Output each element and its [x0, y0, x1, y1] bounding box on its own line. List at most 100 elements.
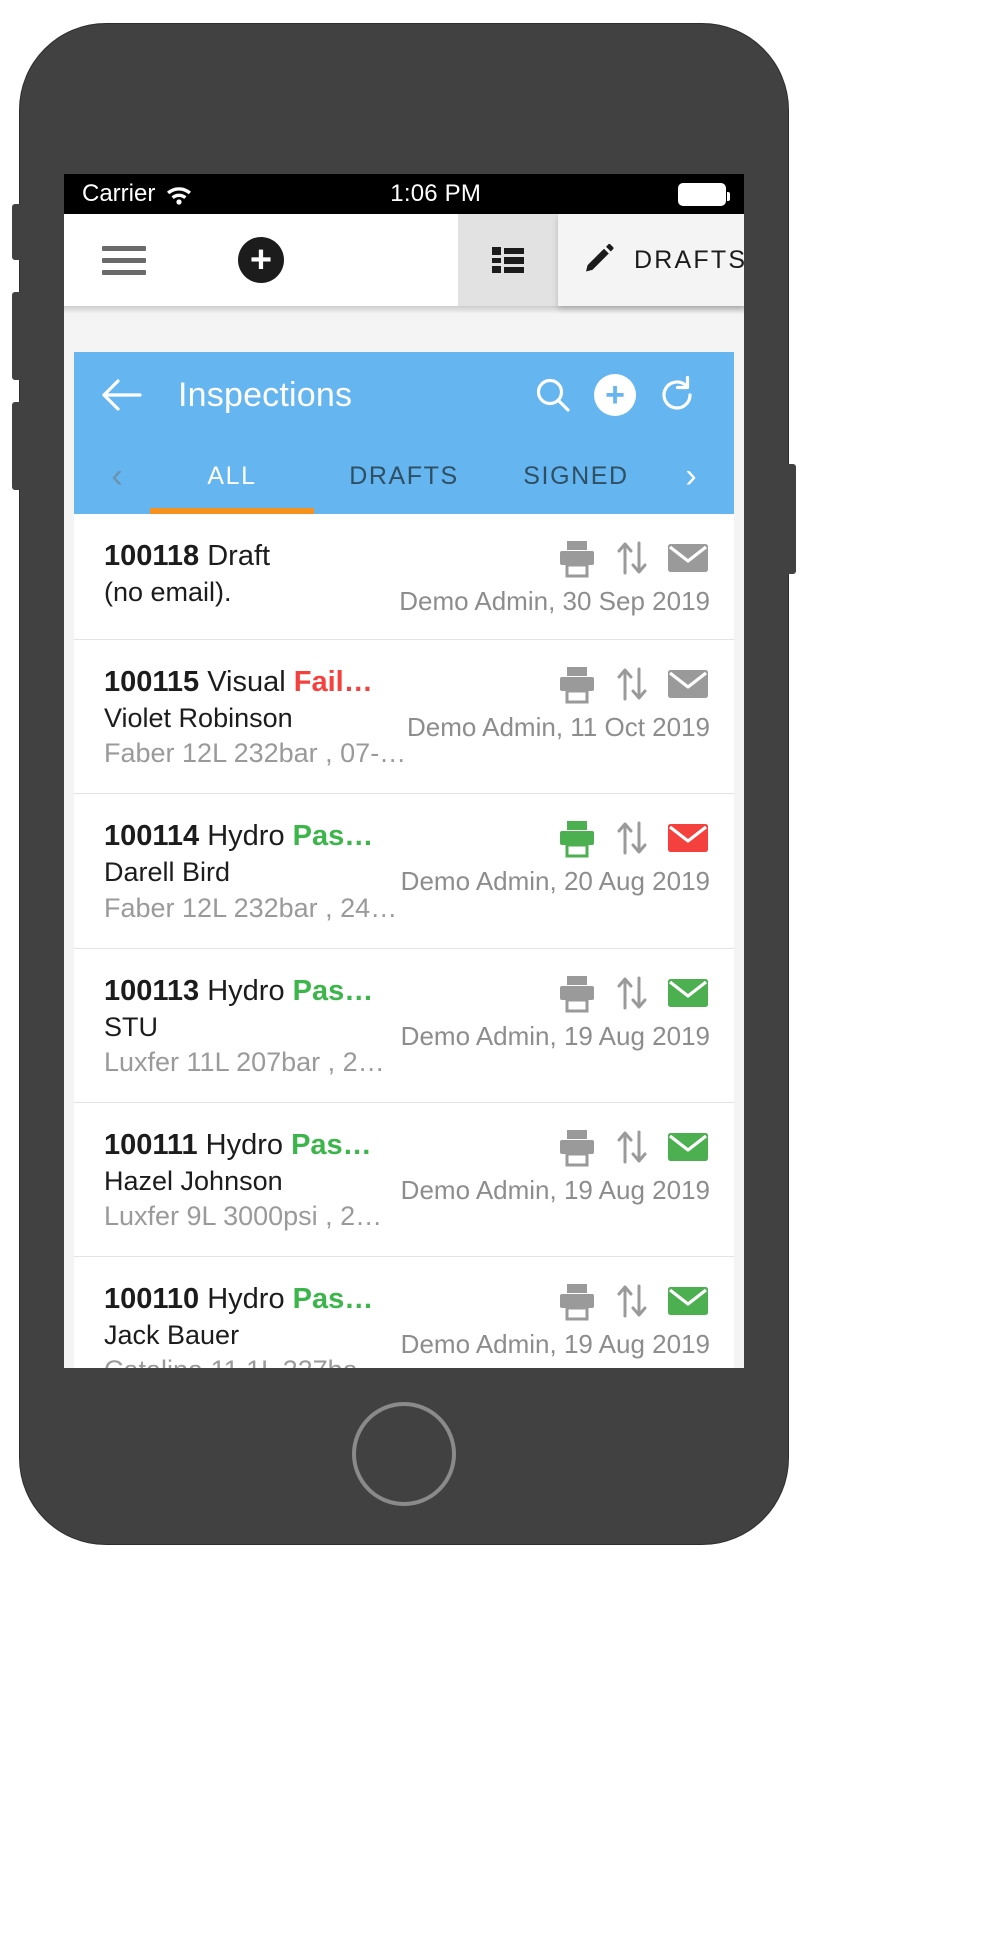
toolbar-shadow	[64, 306, 744, 314]
print-icon[interactable]	[556, 537, 598, 579]
sync-icon[interactable]	[616, 972, 648, 1014]
row-right: Demo Admin, 19 Aug 2019	[400, 1123, 710, 1234]
row-right: Demo Admin, 11 Oct 2019	[400, 660, 710, 771]
row-actions	[556, 1277, 710, 1325]
plus-circle-icon: +	[594, 374, 636, 416]
page-title: Inspections	[178, 375, 353, 414]
row-meta: Demo Admin, 19 Aug 2019	[400, 1329, 710, 1360]
table-row[interactable]: 100114 Hydro Pas… Darell Bird Faber 12L …	[74, 794, 734, 949]
tab-drafts[interactable]: DRAFTS	[558, 214, 744, 306]
row-id: 100110	[104, 1283, 200, 1316]
mail-icon[interactable]	[666, 1280, 710, 1322]
phone-frame: Carrier 1:06 PM + DRAFTS Inspections + ‹…	[12, 24, 796, 1544]
carrier-label: Carrier	[82, 180, 156, 207]
toolbar-left-section: +	[64, 214, 458, 306]
inspections-list: 100118 Draft (no email). Demo Admin, 30 …	[74, 514, 734, 1368]
search-icon[interactable]	[522, 375, 584, 415]
table-row[interactable]: 100115 Visual Fail… Violet Robinson Fabe…	[74, 640, 734, 795]
print-icon[interactable]	[556, 663, 598, 705]
plus-circle-icon[interactable]: +	[238, 237, 284, 283]
table-row[interactable]: 100118 Draft (no email). Demo Admin, 30 …	[74, 514, 734, 640]
status-bar: Carrier 1:06 PM	[64, 174, 744, 214]
table-row[interactable]: 100110 Hydro Pas… Jack Bauer Catalina 11…	[74, 1257, 734, 1368]
sync-icon[interactable]	[616, 1280, 648, 1322]
row-subtitle: Darell Bird	[104, 857, 231, 888]
row-right: Demo Admin, 19 Aug 2019	[400, 1277, 710, 1368]
row-title: 100114 Hydro Pas…	[104, 818, 400, 855]
list-grid-icon	[488, 240, 528, 280]
row-id: 100111	[104, 1128, 198, 1161]
row-status: Fail…	[293, 666, 373, 698]
add-inspection-button[interactable]: +	[584, 374, 646, 416]
chevron-right-icon[interactable]: ›	[662, 438, 720, 514]
table-row[interactable]: 100113 Hydro Pas… STU Luxfer 11L 207bar …	[74, 949, 734, 1103]
table-row[interactable]: 100111 Hydro Pas… Hazel Johnson Luxfer 9…	[74, 1103, 734, 1258]
tab-signed[interactable]: SIGNED	[490, 438, 662, 514]
status-bar-left: Carrier	[82, 180, 193, 208]
status-bar-right	[678, 182, 730, 206]
row-subtitle: Hazel Johnson	[104, 1166, 283, 1196]
row-meta: Demo Admin, 30 Sep 2019	[399, 586, 710, 616]
inspections-card: Inspections + ‹ ALL DRAFTS SIGNED › 1001…	[74, 352, 734, 1368]
tabs-row: ‹ ALL DRAFTS SIGNED ›	[74, 438, 734, 514]
row-status: Pas…	[292, 974, 374, 1007]
battery-full-icon	[678, 182, 730, 206]
mail-icon[interactable]	[666, 817, 710, 859]
tab-drafts-label: DRAFTS	[634, 245, 744, 274]
row-status: Pas…	[292, 820, 374, 853]
refresh-icon[interactable]	[646, 375, 708, 415]
sync-icon[interactable]	[616, 1126, 648, 1168]
row-type: Hydro	[207, 1283, 285, 1316]
volume-down-button[interactable]	[12, 402, 22, 490]
row-main: 100110 Hydro Pas… Jack Bauer Catalina 11…	[104, 1277, 400, 1368]
row-actions	[556, 1123, 710, 1171]
row-type: Visual	[207, 666, 286, 698]
app-toolbar: + DRAFTS	[64, 214, 744, 314]
row-title: 100111 Hydro Pas…	[104, 1127, 400, 1164]
row-meta: Demo Admin, 19 Aug 2019	[400, 1020, 710, 1051]
row-meta: Demo Admin, 19 Aug 2019	[400, 1174, 710, 1205]
row-id: 100113	[104, 974, 200, 1007]
sync-icon[interactable]	[616, 817, 648, 859]
print-icon[interactable]	[556, 817, 598, 859]
sync-icon[interactable]	[616, 537, 648, 579]
inspections-header-bar: Inspections +	[74, 352, 734, 438]
row-id: 100115	[104, 666, 200, 698]
tab-all[interactable]: ALL	[146, 438, 318, 514]
row-subtitle: Violet Robinson	[104, 703, 293, 734]
row-meta: Demo Admin, 20 Aug 2019	[400, 866, 710, 897]
mail-icon[interactable]	[666, 972, 710, 1014]
chevron-left-icon[interactable]: ‹	[88, 438, 146, 514]
mail-icon[interactable]	[666, 537, 710, 579]
back-arrow-icon[interactable]	[100, 377, 152, 413]
row-right: Demo Admin, 30 Sep 2019	[399, 534, 710, 617]
status-bar-clock: 1:06 PM	[390, 180, 482, 207]
row-type: Draft	[207, 540, 271, 572]
hamburger-menu-icon[interactable]	[102, 245, 146, 275]
content-area: Inspections + ‹ ALL DRAFTS SIGNED › 1001…	[64, 306, 744, 1368]
row-detail: Luxfer 11L 207bar , 2…	[104, 1046, 385, 1077]
row-main: 100114 Hydro Pas… Darell Bird Faber 12L …	[104, 814, 400, 925]
sync-icon[interactable]	[616, 663, 648, 705]
mute-switch[interactable]	[12, 204, 22, 260]
row-meta: Demo Admin, 11 Oct 2019	[406, 712, 710, 742]
home-button[interactable]	[352, 1402, 456, 1506]
volume-up-button[interactable]	[12, 292, 22, 380]
print-icon[interactable]	[556, 1126, 598, 1168]
print-icon[interactable]	[556, 1280, 598, 1322]
power-button[interactable]	[786, 464, 796, 574]
row-actions	[556, 814, 710, 862]
tab-list-view[interactable]	[458, 214, 558, 306]
pencil-icon	[580, 241, 618, 279]
row-subtitle: STU	[104, 1011, 158, 1042]
phone-screen: Carrier 1:06 PM + DRAFTS Inspections + ‹…	[64, 174, 744, 1368]
mail-icon[interactable]	[666, 663, 710, 705]
row-actions	[556, 534, 710, 582]
row-subtitle: Jack Bauer	[104, 1320, 240, 1351]
mail-icon[interactable]	[666, 1126, 710, 1168]
print-icon[interactable]	[556, 972, 598, 1014]
tab-drafts[interactable]: DRAFTS	[318, 438, 490, 514]
row-main: 100118 Draft (no email).	[104, 534, 400, 617]
row-title: 100118 Draft	[104, 538, 400, 575]
row-main: 100113 Hydro Pas… STU Luxfer 11L 207bar …	[104, 969, 400, 1080]
